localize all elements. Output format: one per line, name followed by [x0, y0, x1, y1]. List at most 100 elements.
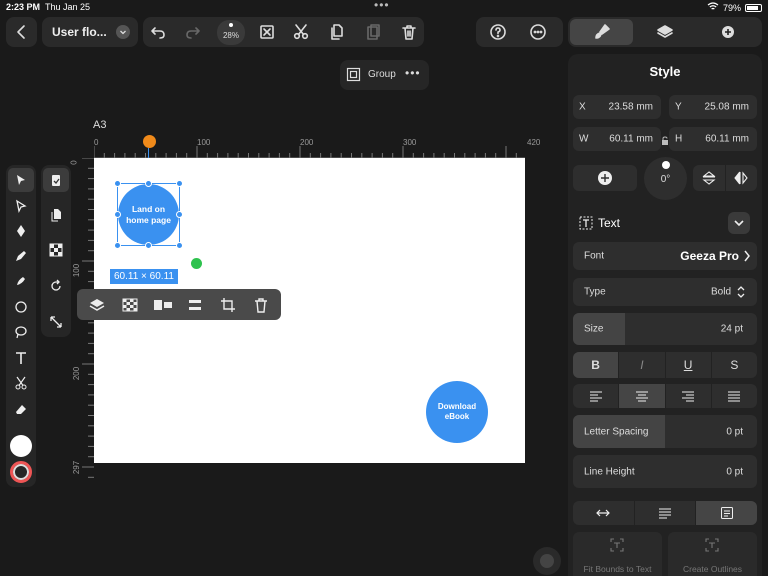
text-section-title: Text [598, 216, 621, 230]
ruler-marker[interactable] [143, 135, 156, 148]
clipboard-tool[interactable] [43, 168, 69, 192]
lines-icon [659, 508, 671, 519]
panel-title: Style [649, 64, 681, 79]
pen-tool[interactable] [8, 219, 34, 243]
cut-button[interactable] [292, 23, 310, 41]
delete-shape-button[interactable] [249, 294, 273, 316]
resize-handle[interactable] [114, 211, 121, 218]
auto-height-button[interactable] [635, 501, 697, 525]
undo-button[interactable] [149, 23, 167, 41]
underline-button[interactable]: U [666, 352, 712, 378]
x-field[interactable]: X 23.58 mm [573, 95, 661, 119]
resize-handle[interactable] [114, 242, 121, 249]
context-toolbar [77, 289, 281, 320]
group-button[interactable]: Group [368, 69, 396, 80]
line-height-row[interactable]: Line Height 0 pt [573, 455, 757, 488]
font-row[interactable]: Font Geeza Pro [573, 242, 757, 270]
size-row[interactable]: Size 24 pt [573, 313, 757, 345]
align-right-button[interactable] [666, 384, 712, 408]
group-more-button[interactable]: ••• [405, 66, 421, 80]
width-field[interactable]: W 60.11 mm [573, 127, 661, 151]
more-icon [530, 24, 546, 40]
scale-tool[interactable] [43, 310, 69, 334]
paste-button[interactable] [364, 23, 382, 41]
ruler-tick: 200 [72, 366, 82, 381]
tab-style[interactable] [570, 19, 633, 45]
ruler-tick: 200 [300, 138, 314, 147]
italic-button[interactable]: I [619, 352, 666, 378]
type-row[interactable]: Type Bold [573, 278, 757, 306]
opacity-button[interactable] [118, 294, 142, 316]
direct-select-tool[interactable] [8, 194, 34, 218]
align-center-button[interactable] [619, 384, 666, 408]
resize-handle[interactable] [145, 242, 152, 249]
create-outlines-button[interactable]: Create Outlines [668, 532, 757, 576]
font-value: Geeza Pro [680, 249, 739, 263]
resize-handle[interactable] [176, 180, 183, 187]
shape-tool[interactable] [8, 295, 34, 319]
align-left-button[interactable] [573, 384, 620, 408]
auto-width-button[interactable] [573, 501, 635, 525]
flip-control [693, 165, 757, 191]
document-title-menu[interactable]: User flo... [42, 17, 138, 47]
letter-spacing-row[interactable]: Letter Spacing 0 pt [573, 415, 757, 448]
pen-icon [17, 225, 25, 237]
help-button[interactable] [489, 23, 507, 41]
direct-pointer-icon [16, 199, 27, 213]
rotation-dial[interactable]: 0° [644, 157, 687, 200]
assistive-touch-button[interactable] [533, 547, 561, 575]
arrange-button[interactable] [85, 294, 109, 316]
strikethrough-button[interactable]: S [712, 352, 757, 378]
copy-button[interactable] [328, 23, 346, 41]
rotate-handle[interactable] [191, 258, 202, 269]
text-tool[interactable] [8, 346, 34, 370]
flip-vertical-button[interactable] [693, 165, 726, 191]
lasso-tool[interactable] [8, 320, 34, 344]
x-label: X [579, 101, 586, 113]
flip-horizontal-button[interactable] [726, 165, 758, 191]
back-button[interactable] [6, 17, 37, 47]
more-button[interactable] [529, 23, 547, 41]
resize-handle[interactable] [176, 242, 183, 249]
pencil-tool[interactable] [8, 244, 34, 268]
bold-button[interactable]: B [573, 352, 620, 378]
rotate-tool[interactable] [43, 274, 69, 298]
crop-button[interactable] [216, 294, 240, 316]
scissors-tool[interactable] [8, 371, 34, 395]
deselect-button[interactable] [258, 23, 276, 41]
delete-button[interactable] [400, 23, 418, 41]
flip-horizontal-icon [734, 171, 748, 185]
document-title: User flo... [52, 25, 107, 39]
duplicate-tool[interactable] [43, 203, 69, 227]
resize-handle[interactable] [176, 211, 183, 218]
y-field[interactable]: Y 25.08 mm [669, 95, 757, 119]
fixed-size-button[interactable] [696, 501, 757, 525]
height-field[interactable]: H 60.11 mm [669, 127, 757, 151]
lock-aspect-icon[interactable] [661, 133, 669, 145]
tab-add[interactable] [719, 23, 737, 41]
zoom-dot [229, 23, 233, 27]
select-tool[interactable] [8, 168, 34, 192]
zoom-control[interactable]: 28% [217, 20, 245, 45]
stroke-color-swatch[interactable] [10, 461, 32, 483]
align-button[interactable] [151, 294, 175, 316]
tab-layers[interactable] [656, 23, 674, 41]
fit-bounds-button[interactable]: Fit Bounds to Text [573, 532, 662, 576]
justify-button[interactable] [712, 384, 757, 408]
distribute-button[interactable] [183, 294, 207, 316]
create-outlines-label: Create Outlines [682, 564, 743, 574]
resize-handle[interactable] [114, 180, 121, 187]
fill-color-swatch[interactable] [10, 435, 32, 457]
resize-handle[interactable] [145, 180, 152, 187]
eraser-tool[interactable] [8, 397, 34, 421]
redo-button[interactable] [184, 23, 202, 41]
trash-icon [254, 297, 267, 313]
fit-bounds-icon [610, 538, 624, 552]
brush-tool[interactable] [8, 269, 34, 293]
origin-button[interactable] [573, 165, 637, 191]
collapse-text-button[interactable] [728, 212, 750, 234]
rotation-knob[interactable] [662, 161, 670, 169]
circle-shape-download-ebook[interactable]: Download eBook [426, 381, 488, 443]
transparency-tool[interactable] [43, 238, 69, 262]
multitask-dots[interactable]: ••• [374, 0, 390, 12]
